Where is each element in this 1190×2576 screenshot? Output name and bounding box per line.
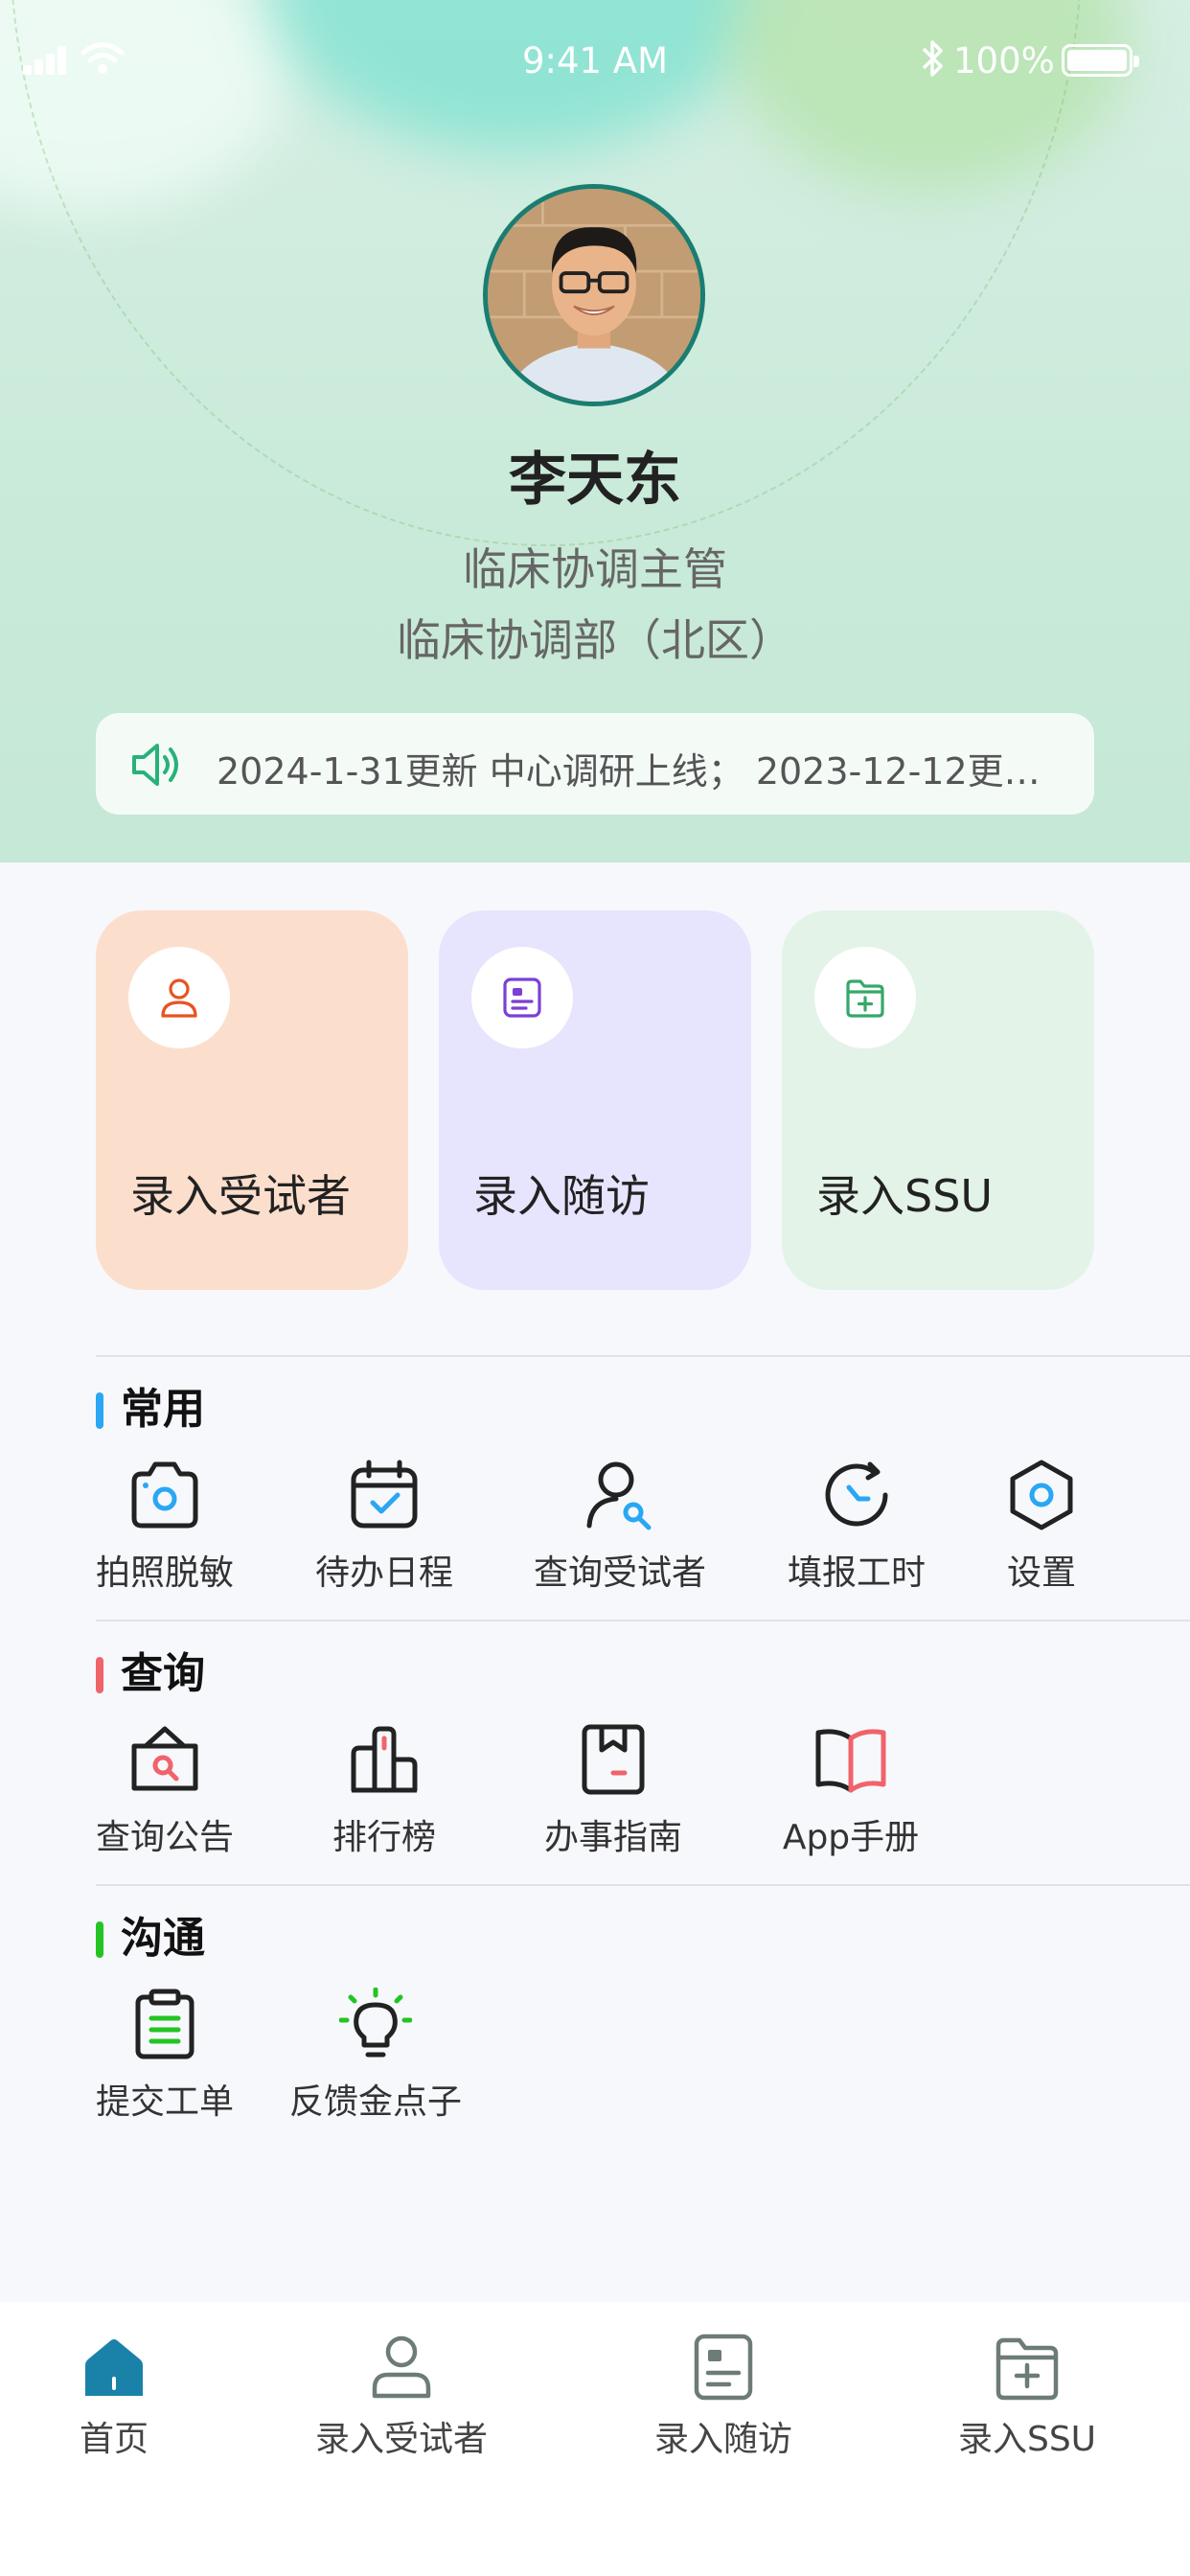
tab-add-ssu[interactable]: 录入SSU — [903, 2333, 1152, 2461]
quick-action-icon-circle — [814, 947, 916, 1048]
announcement-icon — [131, 1726, 198, 1791]
quick-actions: 录入受试者 录入随访 录入SSU — [96, 910, 1094, 1290]
battery-percentage: 100% — [953, 40, 1055, 81]
quick-action-label: 录入SSU — [816, 1170, 994, 1222]
tab-home[interactable]: 首页 — [0, 2333, 239, 2461]
shortcut-report-hours[interactable]: 填报工时 — [761, 1459, 952, 1595]
user-name: 李天东 — [509, 447, 681, 514]
shortcut-label: 排行榜 — [332, 1818, 436, 1857]
calendar-icon — [351, 1460, 418, 1529]
home-icon — [85, 2339, 143, 2396]
shortcut-service-guide[interactable]: 办事指南 — [517, 1723, 709, 1859]
shortcut-label: 查询受试者 — [533, 1553, 706, 1593]
quick-action-icon-circle — [128, 947, 230, 1048]
clock-icon — [825, 1461, 888, 1527]
shortcut-todo-schedule[interactable]: 待办日程 — [288, 1459, 480, 1595]
section-title-text: 沟通 — [121, 1914, 205, 1963]
shortcut-label: 查询公告 — [95, 1818, 234, 1857]
avatar[interactable] — [483, 184, 705, 406]
camera-icon — [131, 1461, 198, 1529]
quick-action-label: 录入受试者 — [130, 1170, 351, 1222]
shortcut-label: 填报工时 — [787, 1553, 926, 1593]
quick-action-add-ssu[interactable]: 录入SSU — [782, 910, 1094, 1290]
tab-add-followup[interactable]: 录入随访 — [599, 2333, 848, 2461]
tab-add-subject[interactable]: 录入受试者 — [277, 2333, 526, 2461]
lightbulb-icon — [339, 1988, 412, 2058]
avatar-photo — [488, 189, 700, 402]
section-title-query: 查询 — [96, 1650, 205, 1698]
quick-action-add-subject[interactable]: 录入受试者 — [96, 910, 408, 1290]
shortcut-label: 反馈金点子 — [288, 2082, 462, 2122]
search-user-icon — [586, 1461, 652, 1530]
notice-bar[interactable]: 2024-1-31更新 中心调研上线； 2023-12-12更新 … — [96, 713, 1094, 815]
tab-label: 录入SSU — [957, 2420, 1097, 2459]
shortcut-label: 拍照脱敏 — [95, 1553, 234, 1593]
quick-action-icon-circle — [471, 947, 573, 1048]
bluetooth-icon — [922, 40, 943, 77]
section-accent-bar — [96, 1921, 103, 1958]
settings-icon — [1010, 1460, 1073, 1530]
folder-plus-icon — [846, 979, 884, 1018]
document-icon — [503, 978, 541, 1018]
shortcut-feedback-idea[interactable]: 反馈金点子 — [280, 1988, 471, 2124]
ranking-icon — [351, 1726, 418, 1793]
section-title-communicate: 沟通 — [96, 1915, 205, 1963]
section-divider — [96, 1355, 1190, 1357]
section-accent-bar — [96, 1392, 103, 1429]
section-accent-bar — [96, 1657, 103, 1693]
folder-plus-icon — [995, 2337, 1059, 2401]
section-divider — [96, 1620, 1190, 1622]
shortcut-label: 提交工单 — [95, 2082, 234, 2122]
speaker-icon — [132, 744, 178, 786]
shortcut-query-subject[interactable]: 查询受试者 — [524, 1459, 716, 1595]
section-title-text: 常用 — [121, 1385, 205, 1434]
status-bar: 9:41 AM 100% — [0, 0, 1190, 125]
shortcut-label: 待办日程 — [314, 1553, 453, 1593]
section-title-text: 查询 — [121, 1649, 205, 1698]
book-icon — [815, 1729, 886, 1793]
document-icon — [694, 2334, 753, 2401]
tab-label: 录入受试者 — [314, 2420, 488, 2459]
shortcut-label: 办事指南 — [543, 1818, 682, 1857]
shortcut-ranking[interactable]: 排行榜 — [288, 1723, 480, 1859]
section-title-common: 常用 — [96, 1386, 205, 1434]
clipboard-icon — [135, 1989, 195, 2059]
battery-icon — [1062, 44, 1139, 77]
profile-header: 9:41 AM 100% 李天东 临床协调主管 临床协调部（北区） 2024-1… — [0, 0, 1190, 862]
user-icon — [161, 978, 197, 1018]
tab-label: 首页 — [79, 2420, 149, 2459]
shortcut-submit-ticket[interactable]: 提交工单 — [69, 1988, 261, 2124]
notice-text: 2024-1-31更新 中心调研上线； 2023-12-12更新 … — [217, 750, 1060, 793]
tab-label: 录入随访 — [653, 2420, 792, 2459]
user-title: 临床协调主管 — [463, 543, 727, 595]
user-department: 临床协调部（北区） — [397, 614, 793, 666]
bottom-tab-bar: 首页 录入受试者 录入随访 录入SSU — [0, 2302, 1190, 2576]
quick-action-label: 录入随访 — [473, 1170, 650, 1222]
user-icon — [372, 2335, 431, 2399]
shortcut-query-announcement[interactable]: 查询公告 — [69, 1723, 261, 1859]
shortcut-settings[interactable]: 设置 — [946, 1459, 1137, 1595]
shortcut-photo-desensitize[interactable]: 拍照脱敏 — [69, 1459, 261, 1595]
quick-action-add-followup[interactable]: 录入随访 — [439, 910, 751, 1290]
guide-icon — [582, 1724, 645, 1795]
shortcut-app-manual[interactable]: App手册 — [755, 1723, 947, 1859]
shortcut-label: App手册 — [782, 1818, 920, 1857]
shortcut-label: 设置 — [1006, 1553, 1076, 1593]
section-divider — [96, 1884, 1190, 1886]
